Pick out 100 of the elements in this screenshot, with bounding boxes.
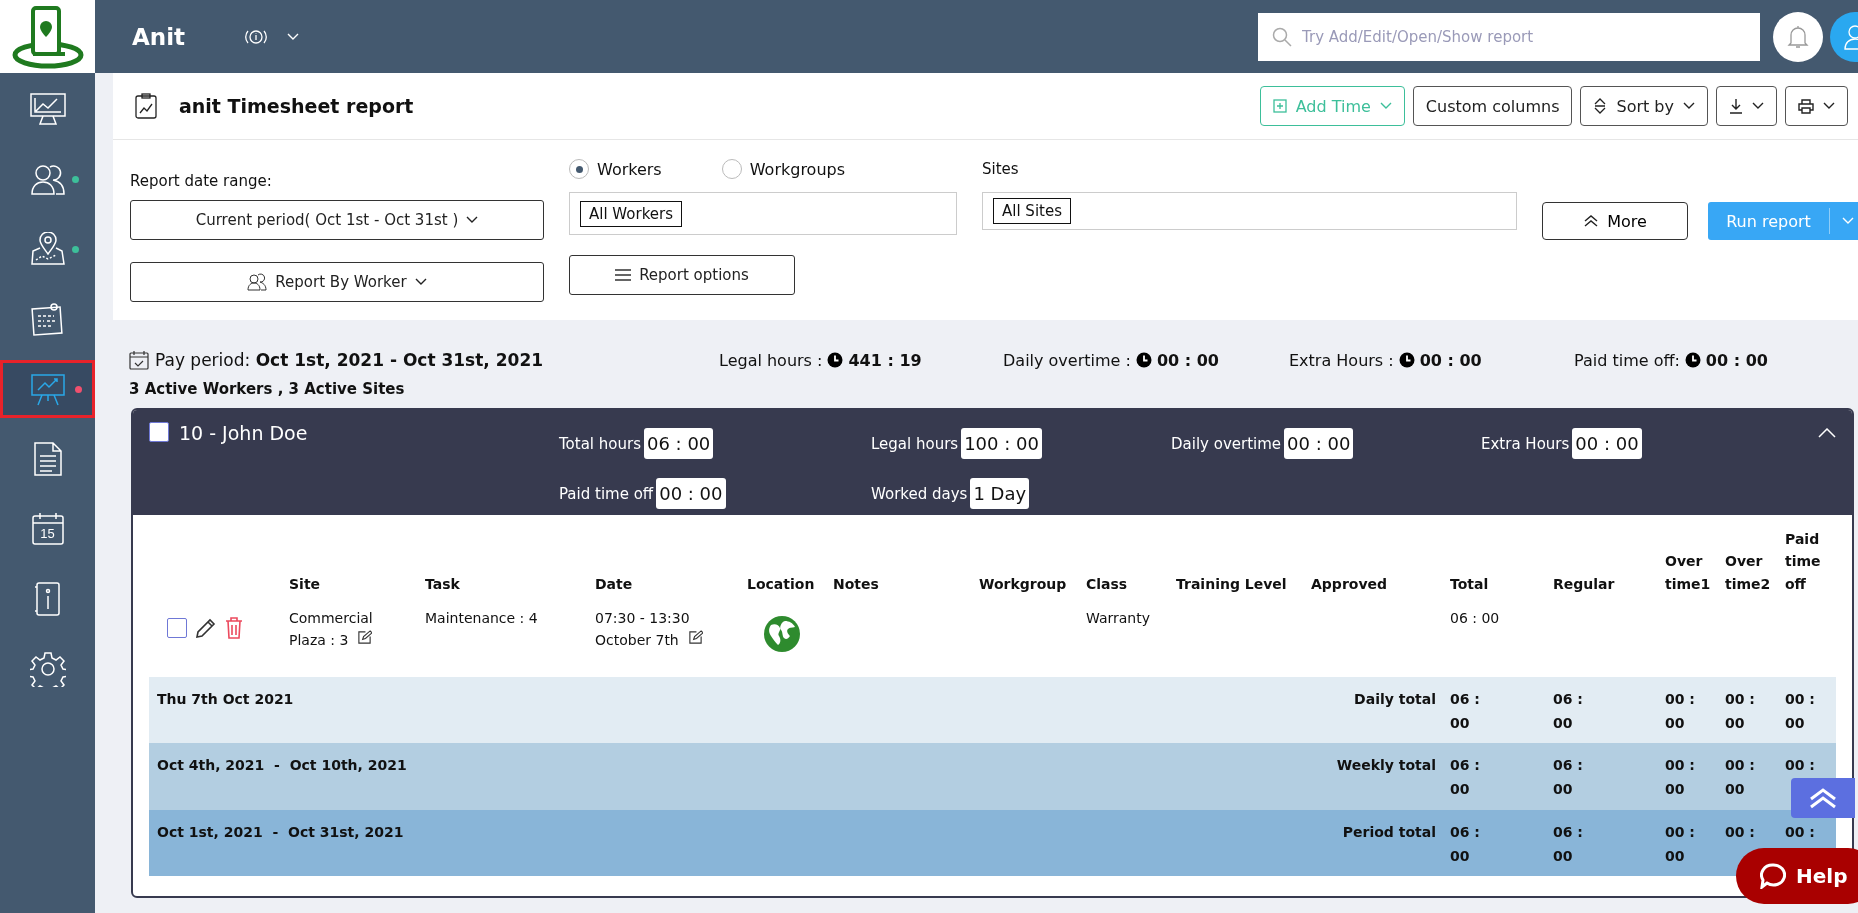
total-value: 06 : 00 <box>1450 690 1481 733</box>
caret-icon <box>1842 217 1854 225</box>
trash-icon[interactable] <box>225 617 243 639</box>
total-value: 06 : 00 <box>1553 823 1584 866</box>
search-icon <box>1272 26 1292 47</box>
calendar-icon[interactable]: 15 <box>30 512 65 546</box>
column-header: Total <box>1450 574 1490 594</box>
help-button[interactable]: Help <box>1736 848 1858 904</box>
field-label: Report date range: <box>130 172 273 190</box>
total-value: 06 : 00 <box>1553 756 1584 799</box>
row-checkbox[interactable] <box>167 618 187 638</box>
total-value: 00 : 00 <box>1725 756 1756 799</box>
stat-label: Daily overtime <box>1171 434 1282 453</box>
info-menu-button[interactable] <box>245 27 299 46</box>
more-button[interactable]: More <box>1542 202 1688 240</box>
custom-columns-button[interactable]: Custom columns <box>1412 86 1573 126</box>
clock-icon <box>1684 352 1701 368</box>
sidebar-item[interactable]: 15 <box>0 494 95 564</box>
field-label: Sites <box>982 159 1020 180</box>
column-header: Regular <box>1553 574 1616 594</box>
edit-icon[interactable] <box>357 630 373 646</box>
sort-button[interactable]: Sort by <box>1580 86 1708 126</box>
stat-value: 00 : 00 <box>1419 350 1482 370</box>
column-header: Date <box>595 574 634 594</box>
date-range-dropdown[interactable]: Current period( Oct 1st - Oct 31st ) <box>130 200 544 240</box>
stat-value: 00 : 00 <box>1156 350 1219 370</box>
globe-icon[interactable] <box>763 615 801 653</box>
chat-bubble-icon <box>1760 863 1786 889</box>
people-icon[interactable] <box>29 163 66 195</box>
stat-value: 00 : 00 <box>656 478 726 509</box>
total-value: 00 : 00 <box>1725 690 1756 733</box>
sidebar-item[interactable] <box>0 360 95 418</box>
report-by-dropdown[interactable]: Report By Worker <box>130 262 544 302</box>
bell-icon <box>1787 24 1809 49</box>
radio-option[interactable]: Workers <box>569 159 662 179</box>
stat-value: 100 : 00 <box>961 428 1042 459</box>
caret-icon <box>466 216 479 224</box>
clock-icon <box>1135 352 1152 368</box>
column-header: Location <box>747 574 816 594</box>
stat-label: Extra Hours : <box>1289 350 1394 370</box>
column-header: Class <box>1086 574 1129 594</box>
chart-easel-icon[interactable] <box>29 372 66 406</box>
caret-icon <box>1823 102 1835 110</box>
total-value: 00 : <box>1725 823 1755 842</box>
double-chevron-icon <box>1808 787 1838 809</box>
pay-period-text: Pay period: Oct 1st, 2021 - Oct 31st, 2021 <box>155 350 544 370</box>
total-value: 00 : <box>1785 823 1815 842</box>
report-options-button[interactable]: Report options <box>569 255 795 295</box>
column-header: Over time2 <box>1725 552 1772 594</box>
report-title: anit Timesheet report <box>179 95 414 117</box>
stat-value: 441 : 19 <box>848 350 922 370</box>
table-cell-text: 06 : 00 <box>1450 609 1501 628</box>
pencil-icon[interactable] <box>195 617 217 639</box>
worker-checkbox[interactable] <box>149 422 169 442</box>
logo-icon[interactable] <box>10 4 85 69</box>
stat-label: Paid time off <box>559 484 654 503</box>
edit-icon[interactable] <box>687 630 703 646</box>
clipboard-chart-icon <box>135 93 157 119</box>
caret-icon <box>1683 102 1695 110</box>
scroll-top-button[interactable] <box>1791 778 1855 818</box>
total-value: 00 : 00 <box>1665 823 1696 866</box>
download-button[interactable] <box>1716 86 1777 126</box>
sites-field[interactable]: All Sites <box>982 192 1517 230</box>
stat-label: Legal hours <box>871 434 959 453</box>
document-icon[interactable] <box>32 441 63 477</box>
total-value: 06 : 00 <box>1450 823 1481 866</box>
total-value: 06 : 00 <box>1553 690 1584 733</box>
map-pin-icon[interactable] <box>29 232 66 266</box>
total-label: Daily total <box>1353 690 1437 709</box>
chevron-icon <box>1818 428 1836 438</box>
print-button[interactable] <box>1785 86 1848 126</box>
search-bar[interactable]: Try Add/Edit/Open/Show report <box>1258 12 1760 61</box>
total-label: Period total <box>1341 823 1437 842</box>
stat-label: Legal hours : <box>719 350 823 370</box>
total-value: 00 : 00 <box>1665 756 1696 799</box>
column-header: Notes <box>833 574 880 594</box>
clock-icon <box>827 352 844 368</box>
worker-name: 10 - John Doe <box>179 422 308 444</box>
stat-label: Daily overtime : <box>1003 350 1131 370</box>
active-summary: 3 Active Workers , 3 Active Sites <box>128 379 406 400</box>
stat-label: Worked days <box>871 484 968 503</box>
monitor-chart-icon[interactable] <box>28 92 67 126</box>
settings-icon[interactable] <box>29 651 66 687</box>
stat-label: Paid time off: <box>1574 350 1680 370</box>
period-label: Oct 1st, 2021 - Oct 31st, 2021 <box>156 823 405 842</box>
clipboard-icon[interactable] <box>29 302 66 336</box>
radio-option[interactable]: Workgroups <box>721 159 846 179</box>
table-cell-text: Maintenance : 4 <box>425 609 539 628</box>
column-header: Site <box>289 574 322 594</box>
workers-field[interactable]: All Workers <box>569 192 957 235</box>
stat-value: 06 : 00 <box>644 428 714 459</box>
notifications-button[interactable] <box>1773 11 1823 62</box>
download-icon <box>1729 98 1743 114</box>
sites-tag: All Sites <box>993 198 1071 224</box>
total-value: 00 : 00 <box>1785 690 1816 733</box>
people-icon <box>247 273 268 291</box>
caret-icon <box>287 32 299 41</box>
stat-label: Total hours <box>559 434 641 453</box>
column-header: Over time1 <box>1665 552 1712 594</box>
info-book-icon[interactable] <box>32 581 63 617</box>
